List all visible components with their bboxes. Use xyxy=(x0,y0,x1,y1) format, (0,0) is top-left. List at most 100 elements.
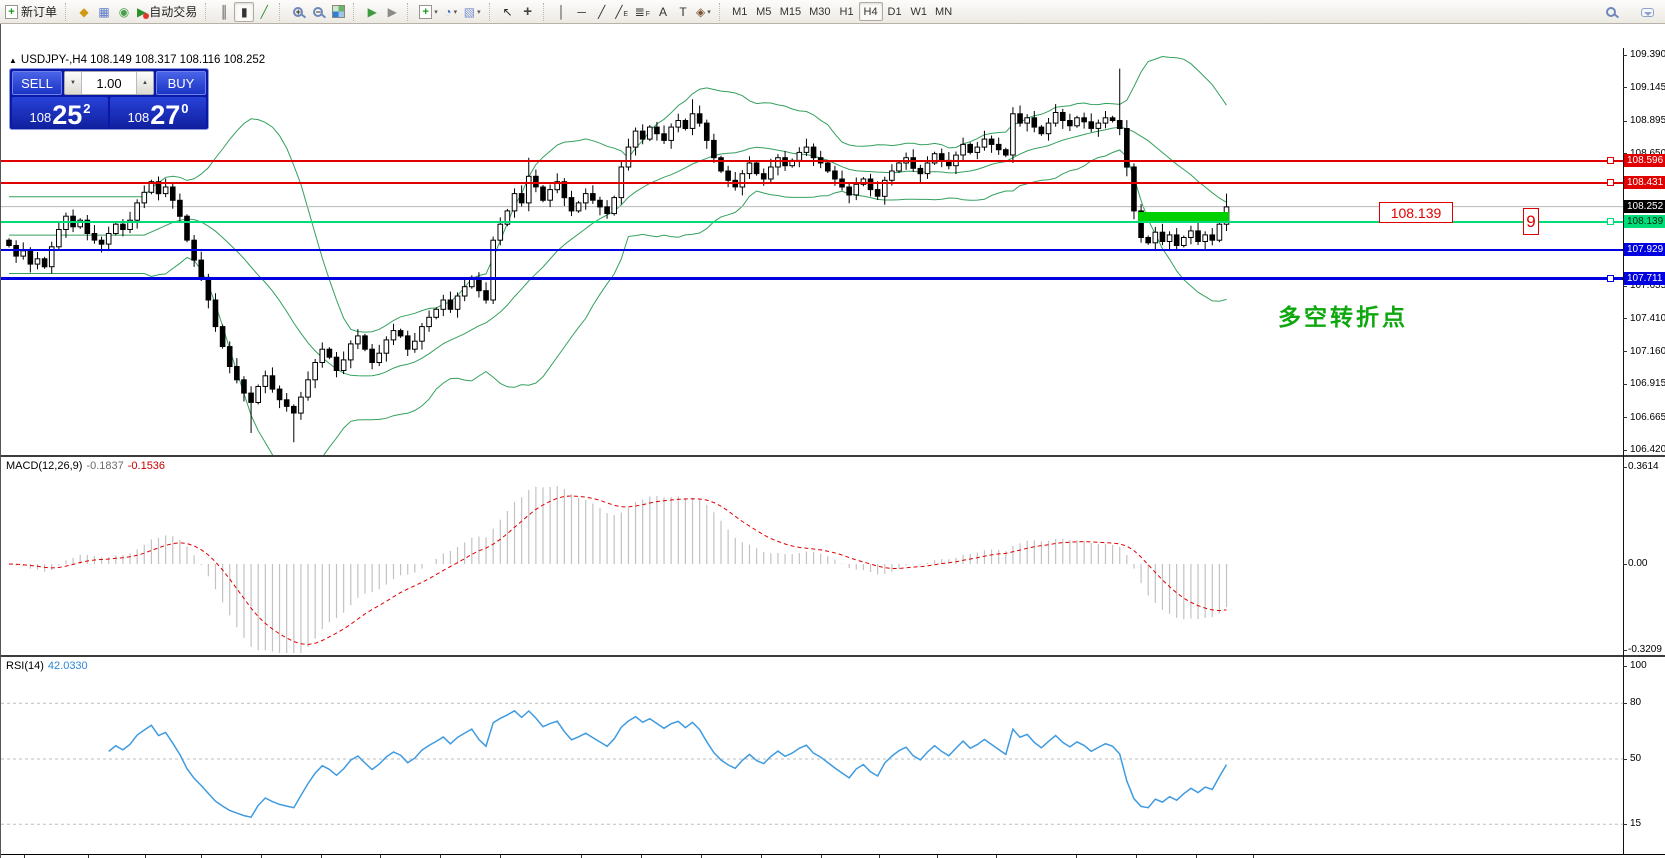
line-handle[interactable] xyxy=(1607,157,1614,164)
price-tick-mark xyxy=(1623,417,1627,418)
text-label-button[interactable]: T xyxy=(673,2,693,22)
chevron-down-icon: ▾ xyxy=(454,8,458,16)
arrows-icon: ◈ xyxy=(696,6,705,18)
volume-stepper: ▼ ▲ xyxy=(64,71,154,95)
arrows-button[interactable]: ◈▾ xyxy=(693,2,714,22)
price-annotation-box[interactable]: 108.139 xyxy=(1379,202,1453,223)
cursor-icon: ↖ xyxy=(503,6,513,18)
gold-badge-icon[interactable]: ◆ xyxy=(74,2,94,22)
buy-button[interactable]: BUY xyxy=(156,71,206,95)
candlestick-chart-svg xyxy=(1,48,1623,455)
timeframe-w1-button[interactable]: W1 xyxy=(907,2,932,21)
autotrade-button[interactable]: ▶自动交易 xyxy=(134,2,200,22)
sell-price-display[interactable]: 108252 xyxy=(12,97,108,129)
horizontal-line-object[interactable] xyxy=(1,277,1623,280)
chart-shift-button[interactable]: ▶ xyxy=(382,2,402,22)
chat-icon xyxy=(1641,8,1654,17)
tool-subscript: F xyxy=(646,11,650,18)
sound-icon[interactable]: ◉ xyxy=(114,2,134,22)
rsi-tick-label: 50 xyxy=(1630,753,1641,764)
price-tick-mark xyxy=(1623,286,1627,287)
toolbar-separator xyxy=(279,3,285,21)
price-tick-label: 106.665 xyxy=(1630,412,1665,423)
fibonacci-button[interactable]: ≣F xyxy=(632,2,653,22)
channel-button[interactable]: ╱E xyxy=(612,2,632,22)
line-chart-icon: ╱ xyxy=(261,6,268,18)
cursor-button[interactable]: ↖ xyxy=(498,2,518,22)
timeframe-m30-button[interactable]: M30 xyxy=(805,2,834,21)
line-handle[interactable] xyxy=(1607,218,1614,225)
line-handle[interactable] xyxy=(1607,179,1614,186)
auto-scroll-icon: ▶ xyxy=(368,6,377,18)
rsi-tick-mark xyxy=(1623,666,1627,667)
price-line-label: 107.929 xyxy=(1624,243,1665,256)
price-line-label: 108.596 xyxy=(1624,154,1665,167)
volume-increase-button[interactable]: ▲ xyxy=(136,72,153,94)
candlestick-chart-button[interactable]: ▮ xyxy=(234,2,254,22)
auto-scroll-button[interactable]: ▶ xyxy=(362,2,382,22)
panel-separator[interactable] xyxy=(1,655,1665,657)
publish-chart-icon[interactable]: ▦ xyxy=(94,2,114,22)
timeframe-m1-button[interactable]: M1 xyxy=(728,2,752,21)
horizontal-line-object[interactable] xyxy=(1,249,1623,251)
sound-icon: ◉ xyxy=(119,6,129,18)
volume-decrease-button[interactable]: ▼ xyxy=(65,72,82,94)
main-toolbar: +新订单◆▦◉▶自动交易║▮╱+−▶▶+▾◔▾▧▾↖+│─╱╱E≣FAT◈▾M1… xyxy=(0,0,1665,24)
horizontal-line-object[interactable] xyxy=(1,160,1623,162)
horizontal-line-icon: ─ xyxy=(577,6,586,18)
chat-button[interactable] xyxy=(1637,2,1657,22)
macd-tick-label: 0.3614 xyxy=(1628,461,1659,472)
horizontal-line-button[interactable]: ─ xyxy=(572,2,592,22)
sell-button[interactable]: SELL xyxy=(12,71,62,95)
vertical-line-button[interactable]: │ xyxy=(552,2,572,22)
search-button[interactable] xyxy=(1601,2,1621,22)
price-tick-label: 107.160 xyxy=(1630,346,1665,357)
tile-windows-button[interactable] xyxy=(328,2,348,22)
bar-chart-button[interactable]: ║ xyxy=(214,2,234,22)
mt4-terminal: +新订单◆▦◉▶自动交易║▮╱+−▶▶+▾◔▾▧▾↖+│─╱╱E≣FAT◈▾M1… xyxy=(0,0,1665,858)
bar-chart-icon: ║ xyxy=(220,6,229,18)
crosshair-button[interactable]: + xyxy=(518,2,538,22)
support-zone-highlight[interactable] xyxy=(1138,212,1229,221)
macd-tick-label: 0.00 xyxy=(1628,558,1647,569)
templates-icon: ▧ xyxy=(464,6,475,18)
chart-window: 109.390109.145108.895108.650108.405108.1… xyxy=(0,24,1665,858)
timeframe-h4-button[interactable]: H4 xyxy=(859,2,883,21)
zoom-out-button[interactable]: − xyxy=(308,2,328,22)
price-tick-label: 108.895 xyxy=(1630,115,1665,126)
sell-price-prefix: 108 xyxy=(30,110,52,125)
vertical-line-icon: │ xyxy=(558,6,566,18)
trendline-button[interactable]: ╱ xyxy=(592,2,612,22)
chevron-down-icon: ▾ xyxy=(477,8,481,16)
timeframe-m5-button[interactable]: M5 xyxy=(752,2,776,21)
price-tick-mark xyxy=(1623,318,1627,319)
volume-input[interactable] xyxy=(82,72,136,94)
toolbar-button-label: 自动交易 xyxy=(149,3,197,20)
zoom-in-button[interactable]: + xyxy=(288,2,308,22)
line-handle[interactable] xyxy=(1607,275,1614,282)
price-tick-mark xyxy=(1623,121,1627,122)
panel-separator xyxy=(1,854,1665,855)
buy-price-prefix: 108 xyxy=(128,110,150,125)
timeframe-d1-button[interactable]: D1 xyxy=(883,2,907,21)
horizontal-line-object[interactable] xyxy=(1,182,1623,184)
indicators-button[interactable]: +▾ xyxy=(416,2,441,22)
fibonacci-icon: ≣ xyxy=(635,6,645,18)
line-chart-button[interactable]: ╱ xyxy=(254,2,274,22)
timeframe-h1-button[interactable]: H1 xyxy=(835,2,859,21)
templates-button[interactable]: ▧▾ xyxy=(461,2,484,22)
chinese-annotation[interactable]: 多空转折点 xyxy=(1278,298,1408,332)
timeframe-m15-button[interactable]: M15 xyxy=(776,2,805,21)
periods-button[interactable]: ◔▾ xyxy=(441,2,461,22)
panel-separator[interactable] xyxy=(1,455,1665,457)
collapse-panel-icon[interactable]: ▲ xyxy=(9,56,17,65)
new-order-button[interactable]: +新订单 xyxy=(2,2,60,22)
price-annotation-partial[interactable]: 9 xyxy=(1523,208,1539,235)
zoom-out-icon: − xyxy=(313,7,323,17)
price-line-label: 108.139 xyxy=(1624,215,1665,228)
toolbar-separator xyxy=(543,3,549,21)
toolbar-separator xyxy=(353,3,359,21)
text-button[interactable]: A xyxy=(653,2,673,22)
buy-price-display[interactable]: 108270 xyxy=(110,97,206,129)
timeframe-mn-button[interactable]: MN xyxy=(931,2,956,21)
